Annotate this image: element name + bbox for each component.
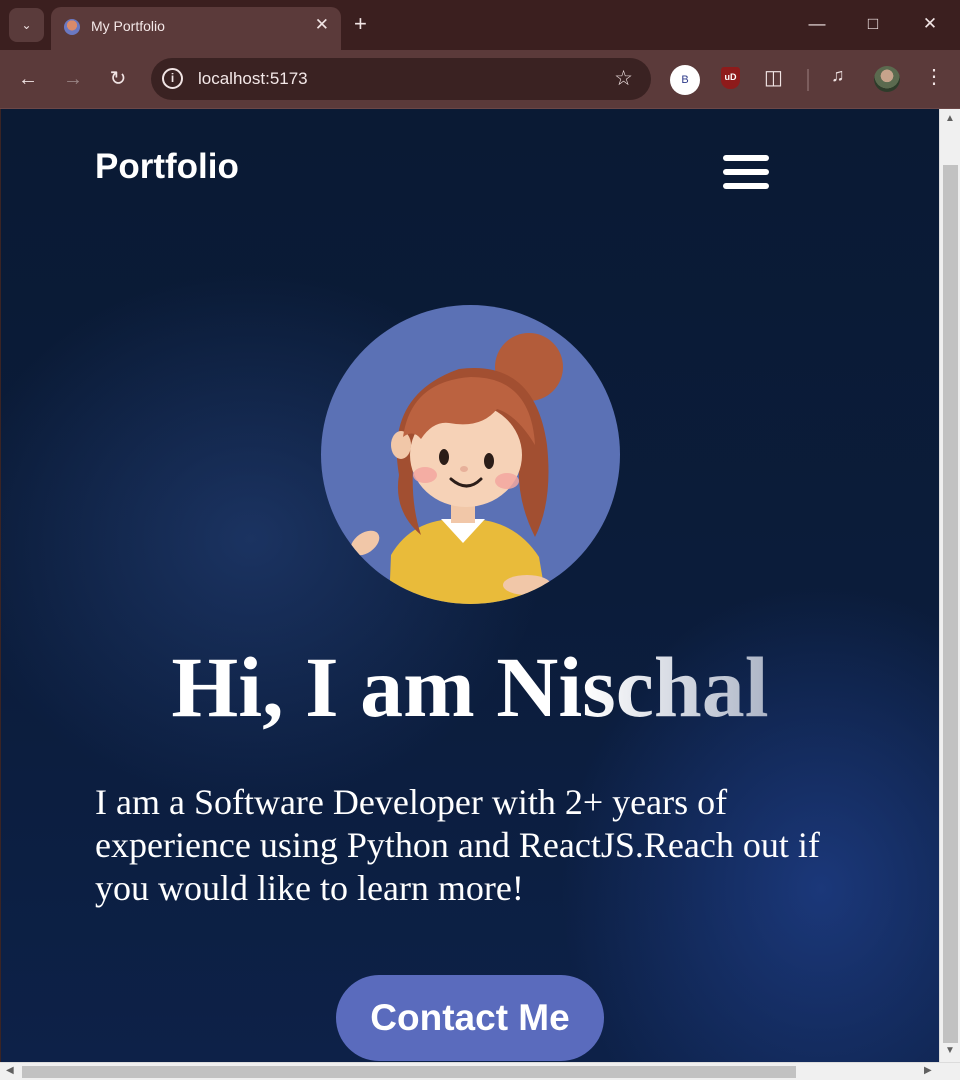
profile-avatar[interactable] [874, 66, 900, 92]
extensions-puzzle-icon[interactable]: ◫ [764, 65, 783, 90]
close-icon[interactable]: ✕ [315, 15, 329, 35]
kebab-menu-icon[interactable]: ⋮ [924, 64, 944, 89]
site-logo[interactable]: Portfolio [95, 147, 239, 187]
maximize-icon[interactable]: □ [858, 12, 888, 36]
hamburger-menu-icon[interactable] [723, 155, 769, 189]
scroll-down-arrow-icon[interactable]: ▼ [945, 1045, 955, 1056]
address-bar[interactable]: i localhost:5173 ☆ [151, 58, 651, 100]
tab-title: My Portfolio [91, 18, 165, 34]
contact-me-button[interactable]: Contact Me [336, 975, 604, 1061]
bookmark-star-icon[interactable]: ☆ [614, 66, 633, 91]
hero-description: I am a Software Developer with 2+ years … [95, 782, 820, 908]
browser-tab[interactable]: My Portfolio ✕ [51, 7, 341, 50]
page-viewport: Portfolio Hi, I am Nischal I am a Softwa… [1, 109, 939, 1062]
vertical-scrollbar[interactable]: ▲ ▼ [939, 109, 960, 1062]
cartoon-girl-illustration [350, 333, 563, 604]
toolbar-divider [807, 69, 809, 91]
new-tab-button[interactable]: + [354, 12, 367, 36]
horizontal-scrollbar-thumb[interactable] [22, 1066, 796, 1078]
chevron-down-icon: ⌄ [21, 18, 32, 32]
scroll-up-arrow-icon[interactable]: ▲ [945, 113, 955, 124]
address-bar-url[interactable]: localhost:5173 [198, 69, 308, 89]
back-arrow-icon[interactable]: ← [15, 66, 41, 92]
hero-heading: Hi, I am Nischal [1, 637, 939, 737]
browser-titlebar: ⌄ My Portfolio ✕ + — □ ✕ [0, 0, 960, 50]
reload-icon[interactable]: ↻ [105, 66, 131, 92]
site-info-icon[interactable]: i [162, 68, 183, 89]
tab-favicon-icon [64, 19, 80, 35]
horizontal-scrollbar[interactable]: ◀ ▶ [0, 1062, 960, 1080]
browser-toolbar: ← → ↻ i localhost:5173 ☆ B uD ◫ ♫ ⋮ [0, 50, 960, 109]
media-controls-icon[interactable]: ♫ [831, 65, 845, 86]
ublock-origin-icon[interactable]: uD [721, 67, 740, 89]
scroll-right-arrow-icon[interactable]: ▶ [924, 1065, 932, 1076]
window-close-icon[interactable]: ✕ [915, 12, 945, 36]
forward-arrow-icon[interactable]: → [60, 66, 86, 92]
profile-avatar-image [321, 305, 620, 604]
vertical-scrollbar-thumb[interactable] [943, 165, 958, 1043]
scroll-left-arrow-icon[interactable]: ◀ [6, 1065, 14, 1076]
extension-b-icon[interactable]: B [670, 65, 700, 95]
tab-search-button[interactable]: ⌄ [9, 8, 44, 42]
minimize-icon[interactable]: — [802, 12, 832, 36]
